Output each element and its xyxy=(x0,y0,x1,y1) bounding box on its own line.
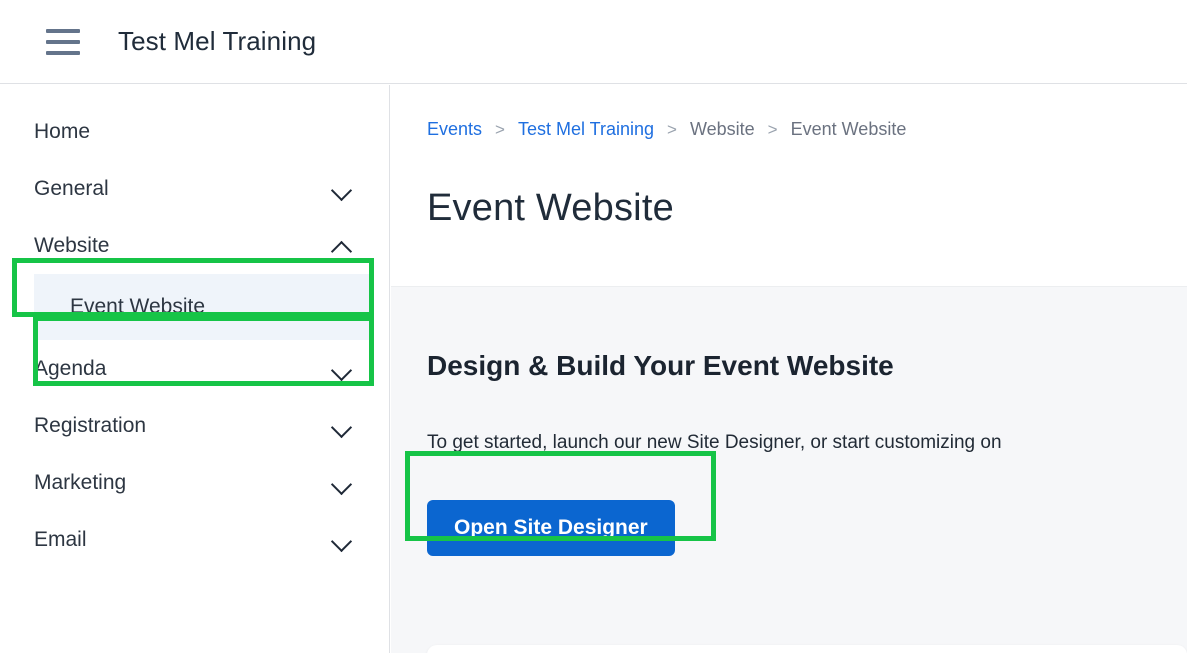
breadcrumb-item-test-mel-training[interactable]: Test Mel Training xyxy=(518,119,654,140)
hamburger-menu-icon[interactable] xyxy=(46,28,80,55)
sidebar-item-marketing[interactable]: Marketing xyxy=(0,454,389,511)
sidebar-subitem-label: Event Website xyxy=(70,295,206,318)
sidebar-subitem-event-website[interactable]: Event Website xyxy=(34,274,371,340)
hamburger-bar-2 xyxy=(46,39,80,44)
website-pages-card: Website Pages xyxy=(427,645,1187,653)
sidebar-item-registration[interactable]: Registration xyxy=(0,397,389,454)
app-root: Test Mel Training Home General Website E… xyxy=(0,0,1187,653)
design-build-panel: Design & Build Your Event Website To get… xyxy=(391,286,1187,653)
panel-description: To get started, launch our new Site Desi… xyxy=(427,432,1002,454)
open-site-designer-button[interactable]: Open Site Designer xyxy=(427,500,675,557)
sidebar-item-label: Marketing xyxy=(34,470,127,494)
sidebar-item-label: Email xyxy=(34,527,87,551)
sidebar-item-website[interactable]: Website xyxy=(0,217,389,274)
chevron-down-icon xyxy=(331,476,353,489)
sidebar-item-label: Home xyxy=(34,119,91,143)
app-title: Test Mel Training xyxy=(118,26,317,56)
breadcrumb-separator: > xyxy=(767,119,778,139)
sidebar-item-label: General xyxy=(34,176,109,200)
panel-heading: Design & Build Your Event Website xyxy=(427,350,894,382)
breadcrumb: Events > Test Mel Training > Website > E… xyxy=(391,85,1187,140)
sidebar-navigation: Home General Website Event Website Agend… xyxy=(0,85,390,653)
sidebar-item-label: Registration xyxy=(34,413,147,437)
chevron-down-icon xyxy=(331,362,353,375)
sidebar-item-label: Agenda xyxy=(34,356,107,380)
top-header-bar: Test Mel Training xyxy=(0,0,1187,84)
sidebar-item-general[interactable]: General xyxy=(0,160,389,217)
chevron-down-icon xyxy=(331,533,353,546)
chevron-down-icon xyxy=(331,182,353,195)
breadcrumb-separator: > xyxy=(495,119,505,139)
breadcrumb-separator: > xyxy=(667,119,677,139)
chevron-down-icon xyxy=(331,419,353,432)
breadcrumb-item-events[interactable]: Events xyxy=(427,119,482,140)
breadcrumb-item-website: Website xyxy=(689,119,755,139)
hamburger-bar-3 xyxy=(46,50,80,55)
chevron-up-icon xyxy=(331,239,353,252)
breadcrumb-item-event-website: Event Website xyxy=(790,119,907,139)
sidebar-item-label: Website xyxy=(34,233,110,257)
sidebar-item-email[interactable]: Email xyxy=(0,511,389,568)
sidebar-item-agenda[interactable]: Agenda xyxy=(0,340,389,397)
main-content: Events > Test Mel Training > Website > E… xyxy=(391,85,1187,653)
page-title: Event Website xyxy=(427,187,674,230)
hamburger-bar-1 xyxy=(46,28,80,33)
sidebar-item-home[interactable]: Home xyxy=(0,103,389,160)
